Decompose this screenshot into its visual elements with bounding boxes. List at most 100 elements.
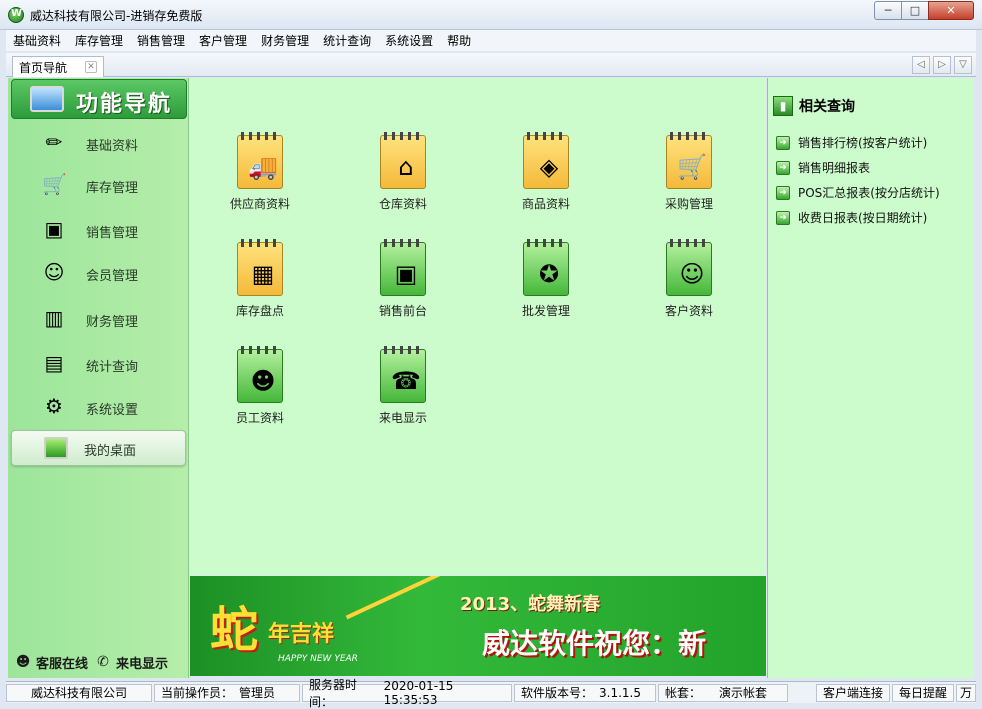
tile-label: 来电显示 <box>378 411 427 425</box>
nav-item-members[interactable]: ☺ 会员管理 <box>8 252 189 292</box>
tile-label: 员工资料 <box>235 411 284 425</box>
link-label: 销售排行榜(按客户统计) <box>798 136 928 150</box>
nav-item-label: 会员管理 <box>86 269 139 284</box>
tab-label: 首页导航 <box>19 60 68 75</box>
related-queries-panel: ▮ 相关查询 ➜ 销售排行榜(按客户统计) ➜ 销售明细报表 ➜ POS汇总报表… <box>767 78 974 678</box>
tile-purchase[interactable]: 🛒 采购管理 <box>634 132 744 235</box>
window-title: 威达科技有限公司-进销存免费版 <box>30 9 203 23</box>
menu-statistics[interactable]: 统计查询 <box>316 32 378 49</box>
cart-download-icon: 🛒 <box>666 132 712 189</box>
nav-item-inventory[interactable]: 🛒 库存管理 <box>8 164 189 204</box>
truck-icon: 🚚 <box>237 132 283 189</box>
status-reminder[interactable]: 每日提醒 <box>891 683 954 702</box>
customers-icon: ☺ <box>666 239 712 296</box>
link-daily-fees[interactable]: ➜ 收费日报表(按日期统计) <box>776 209 927 226</box>
tile-label: 库存盘点 <box>235 304 284 318</box>
status-server-time: 服务器时间： 2020-01-15 15:35:53 <box>302 678 512 709</box>
link-sales-ranking[interactable]: ➜ 销售排行榜(按客户统计) <box>776 134 927 151</box>
caller-id-button[interactable]: ✆ 来电显示 <box>94 653 168 672</box>
tab-next-icon[interactable]: ▷ <box>933 56 951 74</box>
status-account: 帐套： 演示帐套 <box>658 683 788 702</box>
nav-item-label: 财务管理 <box>86 315 139 330</box>
nav-header-title: 功能导航 <box>76 92 173 117</box>
status-operator: 当前操作员： 管理员 <box>154 683 300 702</box>
customer-service-button[interactable]: ☻ 客服在线 <box>14 653 88 672</box>
server-time-value: 2020-01-15 15:35:53 <box>383 678 454 707</box>
stats-icon: ▤ <box>44 351 64 375</box>
status-right: 客户端连接 每日提醒 万 <box>815 683 976 702</box>
tab-close-icon[interactable]: ✕ <box>85 61 97 73</box>
arrow-right-icon: ➜ <box>776 210 790 225</box>
caller-id-label: 来电显示 <box>116 656 169 672</box>
tile-label: 客户资料 <box>664 304 713 318</box>
menu-basic-data[interactable]: 基础资料 <box>6 32 68 49</box>
tab-home-nav[interactable]: 首页导航 ✕ <box>12 56 104 77</box>
banner-message: 威达软件祝您：新 <box>482 627 707 660</box>
tile-label: 仓库资料 <box>378 197 427 211</box>
tile-label: 供应商资料 <box>229 197 290 211</box>
nav-item-basic-data[interactable]: ✏ 基础资料 <box>8 122 189 162</box>
operator-value: 管理员 <box>239 686 276 700</box>
phone-icon: ✆ <box>97 654 109 670</box>
close-button[interactable]: ✕ <box>928 1 974 20</box>
tab-navigation: ◁ ▷ ▽ <box>912 56 972 74</box>
window-controls: ─ □ ✕ <box>874 1 974 20</box>
pencil-icon: ✏ <box>45 130 63 154</box>
minimize-button[interactable]: ─ <box>874 1 902 20</box>
banner-big-char: 蛇 <box>210 602 259 658</box>
tile-sales-front[interactable]: ▣ 销售前台 <box>348 239 458 342</box>
menu-bar: 基础资料 库存管理 销售管理 客户管理 财务管理 统计查询 系统设置 帮助 <box>6 30 976 51</box>
gears-icon: ⚙ <box>45 394 63 418</box>
nav-item-label: 基础资料 <box>86 139 139 154</box>
tab-prev-icon[interactable]: ◁ <box>912 56 930 74</box>
tile-supplier[interactable]: 🚚 供应商资料 <box>205 132 315 235</box>
bar-chart-icon: ▮ <box>773 96 793 116</box>
tile-employees[interactable]: ☻ 员工资料 <box>205 346 315 449</box>
nav-item-settings[interactable]: ⚙ 系统设置 <box>8 386 189 426</box>
title-bar: 威达科技有限公司-进销存免费版 ─ □ ✕ <box>0 0 982 30</box>
nav-item-label: 统计查询 <box>86 360 139 375</box>
cart-icon: 🛒 <box>42 172 67 196</box>
arrow-right-icon: ➜ <box>776 185 790 200</box>
nav-bottom-bar: ☻ 客服在线 ✆ 来电显示 <box>8 650 189 674</box>
status-company: 威达科技有限公司 <box>6 683 152 702</box>
tile-label: 商品资料 <box>521 197 570 211</box>
nav-item-sales[interactable]: ▣ 销售管理 <box>8 209 189 249</box>
app-logo-icon <box>8 7 24 23</box>
house-icon: ⌂ <box>380 132 426 189</box>
tile-label: 采购管理 <box>664 197 713 211</box>
arrow-right-icon: ➜ <box>776 160 790 175</box>
left-nav-panel: 功能导航 ✏ 基础资料 🛒 库存管理 ▣ 销售管理 ☺ 会员管理 ▥ 财务管理 … <box>8 78 189 678</box>
nav-item-statistics[interactable]: ▤ 统计查询 <box>8 343 189 383</box>
tile-products[interactable]: ◈ 商品资料 <box>491 132 601 235</box>
operator-label: 当前操作员： <box>161 686 234 700</box>
link-sales-detail[interactable]: ➜ 销售明细报表 <box>776 159 870 176</box>
tile-warehouse[interactable]: ⌂ 仓库资料 <box>348 132 458 235</box>
tile-caller-id[interactable]: ☎ 来电显示 <box>348 346 458 449</box>
phone-icon: ☎ <box>380 346 426 403</box>
status-version: 软件版本号： 3.1.1.5 <box>514 683 656 702</box>
menu-customers[interactable]: 客户管理 <box>192 32 254 49</box>
tile-label: 销售前台 <box>378 304 427 318</box>
ribbon-decoration <box>345 576 475 620</box>
link-pos-summary[interactable]: ➜ POS汇总报表(按分店统计) <box>776 184 940 201</box>
server-time-label: 服务器时间： <box>309 677 358 709</box>
nav-item-finance[interactable]: ▥ 财务管理 <box>8 298 189 338</box>
new-year-banner: 蛇 年吉祥 HAPPY NEW YEAR 2013、蛇舞新春 威达软件祝您：新 <box>190 576 766 676</box>
menu-finance[interactable]: 财务管理 <box>254 32 316 49</box>
status-connection[interactable]: 客户端连接 <box>815 683 890 702</box>
related-queries-header: ▮ 相关查询 <box>773 96 855 116</box>
tile-customers[interactable]: ☺ 客户资料 <box>634 239 744 342</box>
tile-wholesale[interactable]: ✪ 批发管理 <box>491 239 601 342</box>
nav-item-my-desktop[interactable]: 我的桌面 <box>11 430 186 466</box>
menu-inventory[interactable]: 库存管理 <box>68 32 130 49</box>
tab-list-icon[interactable]: ▽ <box>954 56 972 74</box>
menu-settings[interactable]: 系统设置 <box>378 32 440 49</box>
maximize-button[interactable]: □ <box>901 1 929 20</box>
tile-stocktake[interactable]: ▦ 库存盘点 <box>205 239 315 342</box>
nav-header: 功能导航 <box>11 79 187 119</box>
link-label: 收费日报表(按日期统计) <box>798 211 928 225</box>
cash-register-icon: ▣ <box>380 239 426 296</box>
menu-sales[interactable]: 销售管理 <box>130 32 192 49</box>
menu-help[interactable]: 帮助 <box>440 32 478 49</box>
